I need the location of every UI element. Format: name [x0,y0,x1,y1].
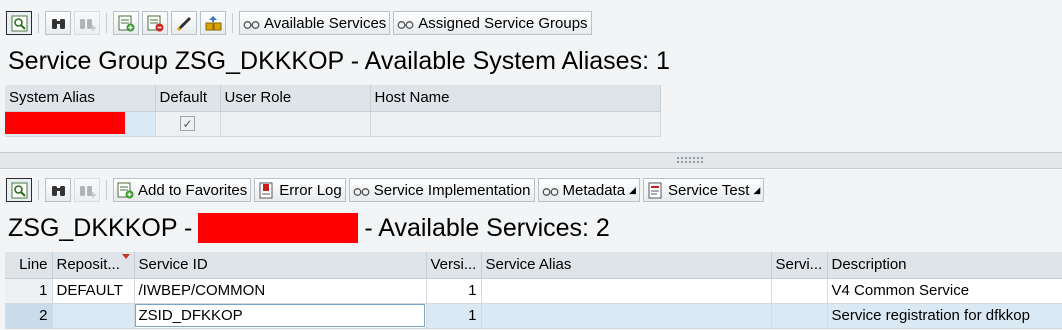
top-toolbar: Available Services Assigned Service Grou… [0,8,1062,38]
assigned-service-groups-button[interactable]: Assigned Service Groups [393,11,592,35]
system-alias-cell[interactable] [5,111,156,137]
find-button[interactable] [45,11,71,35]
line-cell[interactable]: 2 [5,303,53,329]
table-header-row: Line Reposit... Service ID Versi... Serv… [5,252,1062,279]
service-id-cell[interactable]: ZSID_DFKKOP [134,303,427,329]
service-cell[interactable] [771,303,828,329]
services-table: Line Reposit... Service ID Versi... Serv… [5,252,1062,329]
bottom-toolbar: Add to Favorites Error Log Service Imple… [0,175,1062,205]
add-favorite-icon [117,182,134,198]
details-button[interactable] [6,178,32,202]
binoculars-plus-icon [79,18,96,31]
description-cell[interactable]: Service registration for dfkkop [827,303,1062,329]
add-row-icon [118,15,134,31]
metadata-label: Metadata [562,181,626,199]
error-log-icon [259,182,273,198]
glasses-icon [397,20,414,29]
col-service-alias[interactable]: Service Alias [481,252,772,279]
glasses-icon [353,187,370,196]
redacted-system-alias [198,213,359,243]
system-aliases-title-text: Service Group ZSG_DKKKOP - Available Sys… [8,47,670,75]
separator [106,180,107,200]
table-row[interactable]: 1 DEFAULT /IWBEP/COMMON 1 V4 Common Serv… [5,278,1062,304]
find-next-button[interactable] [74,178,100,202]
service-id-cell[interactable]: /IWBEP/COMMON [134,278,427,304]
default-checkbox[interactable]: ✓ [180,116,195,131]
repository-cell[interactable] [52,303,135,329]
separator [232,13,233,33]
line-cell[interactable]: 1 [5,278,53,304]
service-cell[interactable] [771,278,828,304]
version-cell[interactable]: 1 [426,278,482,304]
service-test-button[interactable]: Service Test ◢ [642,178,765,202]
col-user-role[interactable]: User Role [220,85,371,112]
dropdown-arrow-icon: ◢ [629,184,636,195]
add-to-favorites-button[interactable]: Add to Favorites [113,178,252,202]
dropdown-arrow-icon: ◢ [753,184,761,195]
separator [38,180,39,200]
find-button[interactable] [45,178,71,202]
version-cell[interactable]: 1 [426,303,482,329]
change-button[interactable] [171,11,197,35]
service-implementation-label: Service Implementation [373,181,531,199]
binoculars-icon [51,18,65,29]
details-icon [11,182,27,198]
system-alias-table: System Alias Default User Role Host Name… [5,85,661,137]
service-implementation-button[interactable]: Service Implementation [348,178,535,202]
col-repository-label: Reposit... [56,256,120,274]
available-services-label: Available Services [264,14,387,32]
delete-system-alias-button[interactable] [142,11,168,35]
col-service-id[interactable]: Service ID [134,252,427,279]
col-service[interactable]: Servi... [771,252,828,279]
binoculars-plus-icon [79,185,96,198]
col-description[interactable]: Description [827,252,1062,279]
user-role-cell[interactable] [220,111,371,137]
col-repository[interactable]: Reposit... [52,252,135,279]
service-test-label: Service Test [667,181,750,199]
details-button[interactable] [6,11,32,35]
service-alias-cell[interactable] [481,303,772,329]
repository-cell[interactable]: DEFAULT [52,278,135,304]
available-services-title: ZSG_DKKKOP - - Available Services: 2 [8,213,610,243]
table-row[interactable]: ✓ [5,111,661,137]
separator [38,13,39,33]
service-test-icon [648,182,662,198]
redacted-system-alias [5,111,125,134]
details-icon [11,15,27,31]
error-log-button[interactable]: Error Log [254,178,346,202]
available-services-title-suffix: - Available Services: 2 [364,213,610,242]
glasses-icon [542,187,558,196]
system-aliases-title: Service Group ZSG_DKKKOP - Available Sys… [8,47,670,76]
available-services-title-prefix: ZSG_DKKKOP - [8,213,193,242]
glasses-icon [243,20,260,29]
separator [106,13,107,33]
delete-row-icon [147,15,163,31]
default-cell[interactable]: ✓ [155,111,221,137]
available-services-button[interactable]: Available Services [239,11,391,35]
assigned-service-groups-label: Assigned Service Groups [418,14,588,32]
metadata-button[interactable]: Metadata ◢ [537,178,640,202]
add-system-alias-button[interactable] [113,11,139,35]
panel-splitter[interactable] [0,152,1062,169]
service-alias-cell[interactable] [481,278,772,304]
col-version[interactable]: Versi... [426,252,482,279]
splitter-grip-icon[interactable] [676,156,704,165]
description-cell[interactable]: V4 Common Service [827,278,1062,304]
host-name-cell[interactable] [370,111,661,137]
col-system-alias[interactable]: System Alias [5,85,156,112]
transport-icon [205,15,221,30]
table-header-row: System Alias Default User Role Host Name [5,85,661,112]
error-log-label: Error Log [279,181,342,199]
col-line[interactable]: Line [5,252,53,279]
col-host-name[interactable]: Host Name [370,85,661,112]
add-to-favorites-label: Add to Favorites [138,181,248,199]
binoculars-icon [51,185,65,196]
col-default[interactable]: Default [155,85,221,112]
transport-button[interactable] [200,11,226,35]
pencil-icon [176,16,191,31]
sort-descending-icon [121,254,130,259]
table-row[interactable]: 2 ZSID_DFKKOP 1 Service registration for… [5,303,1062,329]
find-next-button[interactable] [74,11,100,35]
